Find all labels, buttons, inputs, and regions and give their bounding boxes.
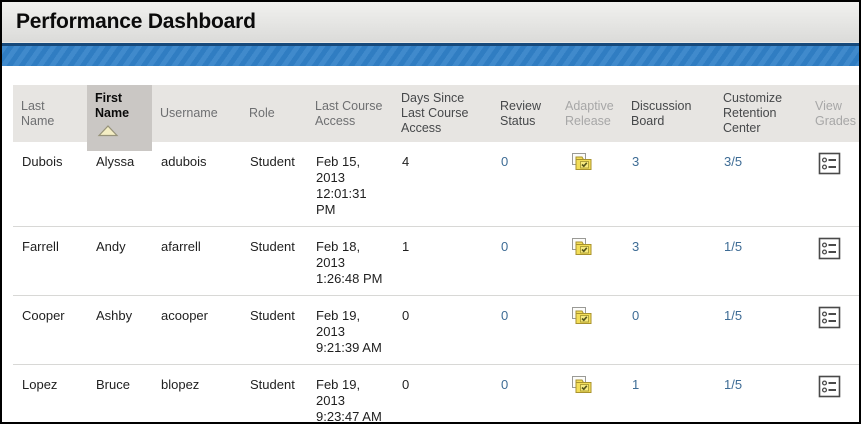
page-title: Performance Dashboard (16, 10, 256, 34)
discussion-board-link[interactable]: 3 (623, 227, 715, 296)
performance-dashboard-window: Performance Dashboard Last Name First Na… (0, 0, 861, 424)
cell-first-name: Ashby (87, 296, 152, 365)
cell-last-course-access: Feb 19, 2013 9:21:39 AM (307, 296, 393, 365)
table-row: Lopez Bruce blopez Student Feb 19, 2013 … (13, 365, 861, 424)
cell-adaptive-release (557, 296, 623, 365)
cell-last-name: Farrell (13, 227, 87, 296)
cell-username: acooper (152, 296, 241, 365)
cell-role: Student (241, 142, 307, 227)
cell-last-course-access: Feb 19, 2013 9:23:47 AM (307, 365, 393, 424)
column-header-customize-retention-center[interactable]: Customize Retention Center (715, 85, 807, 142)
review-status-link[interactable]: 0 (492, 142, 557, 227)
view-grades-icon[interactable] (818, 306, 841, 329)
cell-view-grades (807, 142, 861, 227)
discussion-board-link[interactable]: 3 (623, 142, 715, 227)
cell-days-since-last-course-access: 4 (393, 142, 492, 227)
cell-last-name: Cooper (13, 296, 87, 365)
cell-adaptive-release (557, 365, 623, 424)
column-header-view-grades: View Grades (807, 85, 861, 142)
cell-first-name: Alyssa (87, 142, 152, 227)
retention-center-link[interactable]: 1/5 (715, 296, 807, 365)
cell-role: Student (241, 365, 307, 424)
discussion-board-link[interactable]: 0 (623, 296, 715, 365)
cell-days-since-last-course-access: 0 (393, 365, 492, 424)
view-grades-icon[interactable] (818, 375, 841, 398)
action-bar (2, 43, 859, 66)
column-header-last-course-access[interactable]: Last Course Access (307, 85, 393, 142)
column-header-discussion-board[interactable]: Discussion Board (623, 85, 715, 142)
adaptive-release-folder-icon[interactable] (571, 152, 594, 172)
retention-center-link[interactable]: 3/5 (715, 142, 807, 227)
cell-last-name: Dubois (13, 142, 87, 227)
retention-center-link[interactable]: 1/5 (715, 227, 807, 296)
adaptive-release-folder-icon[interactable] (571, 375, 594, 395)
cell-role: Student (241, 227, 307, 296)
sort-ascending-icon (97, 124, 119, 137)
discussion-board-link[interactable]: 1 (623, 365, 715, 424)
review-status-link[interactable]: 0 (492, 227, 557, 296)
adaptive-release-folder-icon[interactable] (571, 306, 594, 326)
column-header-last-name[interactable]: Last Name (13, 85, 87, 142)
cell-adaptive-release (557, 142, 623, 227)
column-header-review-status[interactable]: Review Status (492, 85, 557, 142)
table-header: Last Name First Name Username Role Last … (13, 85, 861, 142)
cell-last-course-access: Feb 15, 2013 12:01:31 PM (307, 142, 393, 227)
title-bar: Performance Dashboard (2, 2, 859, 43)
table-row: Cooper Ashby acooper Student Feb 19, 201… (13, 296, 861, 365)
column-header-adaptive-release: Adaptive Release (557, 85, 623, 142)
view-grades-icon[interactable] (818, 152, 841, 175)
column-header-username[interactable]: Username (152, 85, 241, 142)
dashboard-content: Last Name First Name Username Role Last … (13, 85, 859, 424)
cell-username: adubois (152, 142, 241, 227)
view-grades-icon[interactable] (818, 237, 841, 260)
cell-first-name: Andy (87, 227, 152, 296)
cell-last-name: Lopez (13, 365, 87, 424)
review-status-link[interactable]: 0 (492, 365, 557, 424)
performance-table: Last Name First Name Username Role Last … (13, 85, 861, 424)
retention-center-link[interactable]: 1/5 (715, 365, 807, 424)
cell-first-name: Bruce (87, 365, 152, 424)
cell-username: afarrell (152, 227, 241, 296)
column-header-days-since-last-course-access[interactable]: Days Since Last Course Access (393, 85, 492, 142)
cell-view-grades (807, 296, 861, 365)
cell-adaptive-release (557, 227, 623, 296)
table-row: Farrell Andy afarrell Student Feb 18, 20… (13, 227, 861, 296)
review-status-link[interactable]: 0 (492, 296, 557, 365)
column-header-label: First Name (95, 91, 144, 121)
table-row: Dubois Alyssa adubois Student Feb 15, 20… (13, 142, 861, 227)
adaptive-release-folder-icon[interactable] (571, 237, 594, 257)
cell-username: blopez (152, 365, 241, 424)
cell-view-grades (807, 365, 861, 424)
column-header-role[interactable]: Role (241, 85, 307, 142)
cell-days-since-last-course-access: 1 (393, 227, 492, 296)
cell-last-course-access: Feb 18, 2013 1:26:48 PM (307, 227, 393, 296)
table-body: Dubois Alyssa adubois Student Feb 15, 20… (13, 142, 861, 424)
column-header-first-name[interactable]: First Name (87, 85, 152, 142)
cell-days-since-last-course-access: 0 (393, 296, 492, 365)
cell-view-grades (807, 227, 861, 296)
cell-role: Student (241, 296, 307, 365)
